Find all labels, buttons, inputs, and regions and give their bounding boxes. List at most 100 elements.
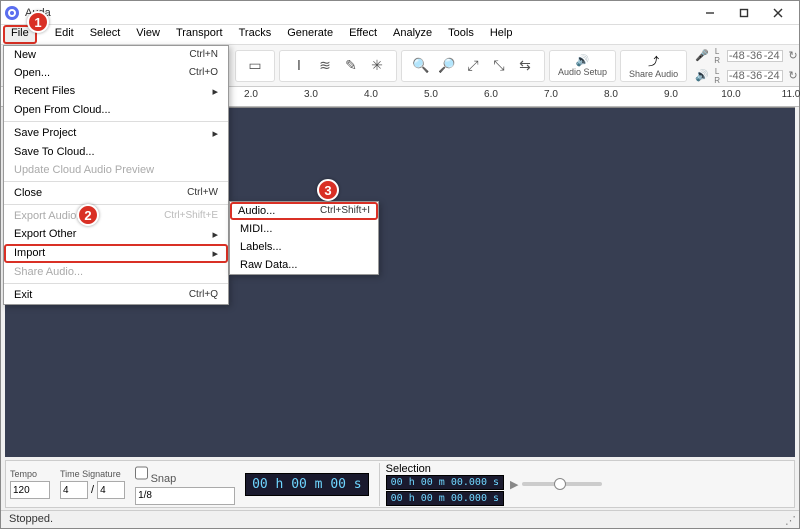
timesig-den-input[interactable] bbox=[97, 481, 125, 499]
menu-item-open[interactable]: Open...Ctrl+O bbox=[4, 64, 228, 82]
ruler-tick: 7.0 bbox=[544, 89, 558, 100]
snap-label: Snap bbox=[151, 473, 177, 485]
selection-start[interactable]: 00 h 00 m 00.000 s bbox=[386, 475, 504, 490]
ruler-tick: 2.0 bbox=[244, 89, 258, 100]
tempo-section: Tempo bbox=[10, 469, 50, 499]
playback-meter[interactable]: -48-36-24 bbox=[727, 70, 783, 82]
timesig-sep: / bbox=[91, 484, 94, 496]
meters: 🎤 LR -48-36-24 ↻ 🔊 LR -48-36-24 ↻ bbox=[695, 47, 799, 85]
fit-selection-icon[interactable]: ⤢ bbox=[462, 55, 484, 77]
menu-item-save-project[interactable]: Save Project▸ bbox=[4, 124, 228, 143]
zoom-out-icon[interactable]: 🔎 bbox=[436, 55, 458, 77]
menu-item-new[interactable]: NewCtrl+N bbox=[4, 46, 228, 64]
play-speed-icon[interactable]: ▶ bbox=[510, 478, 518, 491]
status-text: Stopped. bbox=[9, 513, 53, 525]
menu-item-export-other[interactable]: Export Other▸ bbox=[4, 225, 228, 244]
ruler-tick: 9.0 bbox=[664, 89, 678, 100]
file-menu-dropdown: NewCtrl+N Open...Ctrl+O Recent Files▸ Op… bbox=[3, 45, 229, 305]
loop-rec-icon[interactable]: ↻ bbox=[787, 49, 799, 62]
menu-item-save-cloud[interactable]: Save To Cloud... bbox=[4, 143, 228, 161]
tool-group-edit: ▭ bbox=[235, 50, 275, 82]
menu-generate[interactable]: Generate bbox=[279, 25, 341, 44]
setup-icon[interactable]: ▭ bbox=[244, 55, 266, 77]
callout-badge-1: 1 bbox=[27, 11, 49, 33]
menubar: File Edit Select View Transport Tracks G… bbox=[1, 25, 799, 45]
envelope-tool-icon[interactable]: ≋ bbox=[314, 55, 336, 77]
callout-badge-2: 2 bbox=[77, 204, 99, 226]
timecode-display[interactable]: 00 h 00 m 00 s bbox=[245, 473, 369, 496]
play-speed-control: ▶ bbox=[510, 478, 602, 491]
bottombar: Tempo Time Signature / Snap 00 h 00 m 00… bbox=[5, 460, 795, 508]
resize-grip[interactable] bbox=[785, 514, 797, 526]
close-window-button[interactable] bbox=[761, 2, 795, 24]
timesig-num-input[interactable] bbox=[60, 481, 88, 499]
tool-group-tools: Ⅰ ≋ ✎ ✳ bbox=[279, 50, 397, 82]
menu-item-import[interactable]: Import▸ bbox=[4, 244, 228, 263]
menu-help[interactable]: Help bbox=[482, 25, 521, 44]
timesig-label: Time Signature bbox=[60, 469, 125, 479]
callout-badge-3: 3 bbox=[317, 179, 339, 201]
audio-setup-label: Audio Setup bbox=[558, 67, 607, 77]
submenu-item-labels[interactable]: Labels... bbox=[230, 238, 378, 256]
menu-effect[interactable]: Effect bbox=[341, 25, 385, 44]
timecode-value: 00 h 00 m 00 s bbox=[245, 473, 369, 496]
menu-analyze[interactable]: Analyze bbox=[385, 25, 440, 44]
snap-select[interactable] bbox=[135, 487, 235, 505]
ruler-tick: 3.0 bbox=[304, 89, 318, 100]
titlebar: Auda bbox=[1, 1, 799, 25]
menu-item-open-cloud[interactable]: Open From Cloud... bbox=[4, 101, 228, 119]
mic-icon[interactable]: 🎤 bbox=[695, 49, 707, 62]
zoom-toggle-icon[interactable]: ⇆ bbox=[514, 55, 536, 77]
menu-select[interactable]: Select bbox=[82, 25, 129, 44]
minimize-button[interactable] bbox=[693, 2, 727, 24]
rec-level-label: LR bbox=[711, 47, 723, 65]
tempo-input[interactable] bbox=[10, 481, 50, 499]
selection-section: Selection 00 h 00 m 00.000 s 00 h 00 m 0… bbox=[379, 463, 504, 506]
selection-end[interactable]: 00 h 00 m 00.000 s bbox=[386, 491, 504, 506]
menu-edit[interactable]: Edit bbox=[47, 25, 82, 44]
draw-tool-icon[interactable]: ✎ bbox=[340, 55, 362, 77]
tempo-label: Tempo bbox=[10, 469, 50, 479]
share-audio-label: Share Audio bbox=[629, 69, 678, 79]
submenu-item-midi[interactable]: MIDI... bbox=[230, 220, 378, 238]
app-title: Auda bbox=[25, 7, 693, 19]
menu-item-share-audio: Share Audio... bbox=[4, 263, 228, 281]
ruler-tick: 4.0 bbox=[364, 89, 378, 100]
snap-section: Snap bbox=[135, 464, 235, 505]
menu-item-exit[interactable]: ExitCtrl+Q bbox=[4, 286, 228, 304]
timesig-section: Time Signature / bbox=[60, 469, 125, 499]
multi-tool-icon[interactable]: ✳ bbox=[366, 55, 388, 77]
menu-item-close[interactable]: CloseCtrl+W bbox=[4, 184, 228, 202]
snap-checkbox[interactable] bbox=[135, 464, 148, 482]
fit-project-icon[interactable]: ⤡ bbox=[488, 55, 510, 77]
submenu-item-audio[interactable]: Audio...Ctrl+Shift+I bbox=[230, 202, 378, 220]
ruler-tick: 11.0 bbox=[782, 89, 800, 100]
selection-label: Selection bbox=[386, 463, 504, 475]
tool-group-zoom: 🔍 🔎 ⤢ ⤡ ⇆ bbox=[401, 50, 545, 82]
audio-setup-button[interactable]: 🔊 Audio Setup bbox=[549, 50, 616, 82]
maximize-button[interactable] bbox=[727, 2, 761, 24]
ruler-tick: 5.0 bbox=[424, 89, 438, 100]
menu-transport[interactable]: Transport bbox=[168, 25, 231, 44]
menu-item-export-audio: Export Audio...Ctrl+Shift+E bbox=[4, 207, 228, 225]
statusbar: Stopped. bbox=[1, 510, 799, 528]
record-meter[interactable]: -48-36-24 bbox=[727, 50, 783, 62]
ruler-tick: 6.0 bbox=[484, 89, 498, 100]
menu-tools[interactable]: Tools bbox=[440, 25, 482, 44]
submenu-item-rawdata[interactable]: Raw Data... bbox=[230, 256, 378, 274]
zoom-in-icon[interactable]: 🔍 bbox=[410, 55, 432, 77]
menu-view[interactable]: View bbox=[128, 25, 168, 44]
play-level-label: LR bbox=[711, 67, 723, 85]
play-speed-slider[interactable] bbox=[522, 482, 602, 486]
loop-play-icon[interactable]: ↻ bbox=[787, 69, 799, 82]
speaker-icon: 🔊 bbox=[576, 54, 590, 67]
selection-tool-icon[interactable]: Ⅰ bbox=[288, 55, 310, 77]
upload-icon: ⤴ bbox=[648, 53, 659, 69]
ruler-tick: 10.0 bbox=[721, 89, 740, 100]
app-icon bbox=[5, 6, 19, 20]
speaker-meter-icon[interactable]: 🔊 bbox=[695, 69, 707, 82]
menu-tracks[interactable]: Tracks bbox=[231, 25, 280, 44]
share-audio-button[interactable]: ⤴ Share Audio bbox=[620, 50, 687, 82]
import-submenu: Audio...Ctrl+Shift+I MIDI... Labels... R… bbox=[229, 201, 379, 275]
menu-item-recent[interactable]: Recent Files▸ bbox=[4, 82, 228, 101]
